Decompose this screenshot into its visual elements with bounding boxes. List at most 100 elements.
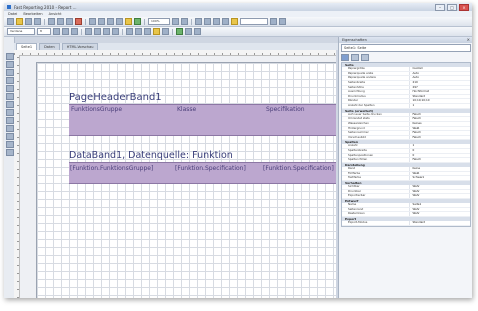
property-value[interactable]: Falsch bbox=[410, 117, 470, 121]
font-select[interactable]: Verdana bbox=[7, 28, 35, 35]
column-header[interactable]: FunktionsGruppe bbox=[71, 106, 122, 113]
fill-color-icon[interactable] bbox=[231, 18, 238, 25]
justify-icon[interactable] bbox=[112, 28, 119, 35]
bold-icon[interactable] bbox=[53, 28, 60, 35]
property-row[interactable]: Export-Modus Standard bbox=[342, 220, 470, 226]
delete-icon[interactable] bbox=[75, 18, 82, 25]
property-value[interactable]: 0 bbox=[410, 154, 470, 158]
categorized-icon[interactable] bbox=[341, 54, 349, 61]
page-header-band-title[interactable]: PageHeaderBand1 bbox=[69, 92, 162, 103]
valign-middle-icon[interactable] bbox=[135, 28, 142, 35]
picture-tool-icon[interactable] bbox=[6, 69, 14, 76]
save-icon[interactable] bbox=[25, 18, 32, 25]
property-value[interactable]: Keine bbox=[410, 167, 470, 171]
close-button[interactable]: × bbox=[459, 4, 469, 11]
tab-page1[interactable]: Seite1 bbox=[16, 43, 38, 50]
copy-icon[interactable] bbox=[57, 18, 64, 25]
align-left-icon[interactable] bbox=[195, 18, 202, 25]
align-right-icon[interactable] bbox=[213, 18, 220, 25]
property-value[interactable]: Wahr bbox=[410, 194, 470, 198]
data-field[interactable]: [Funktion.Specification] bbox=[263, 165, 334, 172]
highlight-icon[interactable] bbox=[125, 18, 132, 25]
property-value[interactable]: 1 bbox=[410, 104, 470, 108]
checkbox-tool-icon[interactable] bbox=[6, 101, 14, 108]
property-value[interactable]: Keines bbox=[410, 122, 470, 126]
redo-icon[interactable] bbox=[98, 18, 105, 25]
column-header[interactable]: Specifikation bbox=[266, 106, 305, 113]
data-field[interactable]: [Funktion.FunktionsGruppe] bbox=[70, 165, 153, 172]
rotate-icon[interactable] bbox=[162, 28, 169, 35]
open-icon[interactable] bbox=[16, 18, 23, 25]
events-icon[interactable] bbox=[361, 54, 369, 61]
text-align-left-icon[interactable] bbox=[85, 28, 92, 35]
property-value[interactable]: Wahr bbox=[410, 208, 470, 212]
data-band-title[interactable]: DataBand1, Datenquelle: Funktion bbox=[69, 150, 233, 161]
property-value[interactable]: 297 bbox=[410, 86, 470, 90]
tab-html-preview[interactable]: HTML-Vorschau bbox=[61, 43, 99, 50]
tab-data[interactable]: Daten bbox=[39, 43, 60, 50]
line-style-select[interactable] bbox=[240, 18, 268, 25]
format-icon[interactable] bbox=[185, 28, 192, 35]
property-value[interactable]: Falsch bbox=[410, 131, 470, 135]
property-value[interactable]: Standard bbox=[410, 221, 470, 225]
property-value[interactable]: 0 bbox=[410, 149, 470, 153]
report-page[interactable]: PageHeaderBand1 FunktionsGruppe Klasse S… bbox=[36, 62, 336, 298]
text-align-center-icon[interactable] bbox=[94, 28, 101, 35]
property-value[interactable]: Schwarz bbox=[410, 176, 470, 180]
zoom-select[interactable]: 100% bbox=[148, 18, 170, 25]
new-icon[interactable] bbox=[7, 18, 14, 25]
text-tool-icon[interactable] bbox=[6, 61, 14, 68]
page-header-band-body[interactable] bbox=[69, 113, 336, 136]
shadow-icon[interactable] bbox=[279, 18, 286, 25]
underline-icon[interactable] bbox=[71, 28, 78, 35]
line-tool-icon[interactable] bbox=[6, 77, 14, 84]
matrix-tool-icon[interactable] bbox=[6, 117, 14, 124]
close-icon[interactable]: × bbox=[467, 37, 470, 43]
pointer-tool-icon[interactable] bbox=[6, 53, 14, 60]
paste-icon[interactable] bbox=[66, 18, 73, 25]
table-tool-icon[interactable] bbox=[6, 109, 14, 116]
property-value[interactable]: Auto bbox=[410, 76, 470, 80]
cut-icon[interactable] bbox=[48, 18, 55, 25]
menu-item-file[interactable]: Datei bbox=[8, 12, 17, 16]
maximize-button[interactable]: □ bbox=[447, 4, 457, 11]
property-value[interactable]: Wahr bbox=[410, 212, 470, 216]
menu-item-view[interactable]: Ansicht bbox=[49, 12, 62, 16]
shape-tool-icon[interactable] bbox=[6, 85, 14, 92]
design-canvas[interactable]: PageHeaderBand1 FunktionsGruppe Klasse S… bbox=[14, 50, 336, 298]
richtext-tool-icon[interactable] bbox=[6, 141, 14, 148]
data-band[interactable]: [Funktion.FunktionsGruppe] [Funktion.Spe… bbox=[69, 162, 336, 184]
column-header[interactable]: Klasse bbox=[177, 106, 196, 113]
property-value[interactable]: Auto bbox=[410, 72, 470, 76]
preview-icon[interactable] bbox=[134, 18, 141, 25]
chart-tool-icon[interactable] bbox=[6, 125, 14, 132]
map-tool-icon[interactable] bbox=[6, 149, 14, 156]
print-icon[interactable] bbox=[34, 18, 41, 25]
wrap-icon[interactable] bbox=[194, 28, 201, 35]
object-select[interactable]: Seite1: Seite bbox=[341, 44, 471, 52]
valign-bottom-icon[interactable] bbox=[144, 28, 151, 35]
barcode-tool-icon[interactable] bbox=[6, 93, 14, 100]
text-align-right-icon[interactable] bbox=[103, 28, 110, 35]
undo-icon[interactable] bbox=[89, 18, 96, 25]
property-grid[interactable]: Seite Papiergröße Custom Papierquelle erste… bbox=[341, 62, 471, 227]
alphabetical-icon[interactable] bbox=[351, 54, 359, 61]
border-icon[interactable] bbox=[222, 18, 229, 25]
zoom-out-icon[interactable] bbox=[181, 18, 188, 25]
text-color-icon[interactable] bbox=[153, 28, 160, 35]
property-value[interactable]: Seite1 bbox=[410, 203, 470, 207]
italic-icon[interactable] bbox=[62, 28, 69, 35]
align-center-icon[interactable] bbox=[204, 18, 211, 25]
property-value[interactable]: Weiß bbox=[410, 172, 470, 176]
data-field[interactable]: [Funktion.Specification] bbox=[175, 165, 246, 172]
property-value[interactable]: Falsch bbox=[410, 136, 470, 140]
property-value[interactable]: Wahr bbox=[410, 185, 470, 189]
property-value[interactable]: Custom bbox=[410, 67, 470, 71]
property-value[interactable]: Hochformat bbox=[410, 90, 470, 94]
property-value[interactable]: Falsch bbox=[410, 113, 470, 117]
property-value[interactable]: Weiß bbox=[410, 127, 470, 131]
property-value[interactable]: 1 bbox=[410, 144, 470, 148]
line-width-icon[interactable] bbox=[270, 18, 277, 25]
property-value[interactable]: 10;10;10;10 bbox=[410, 99, 470, 103]
menu-item-edit[interactable]: Bearbeiten bbox=[23, 12, 42, 16]
